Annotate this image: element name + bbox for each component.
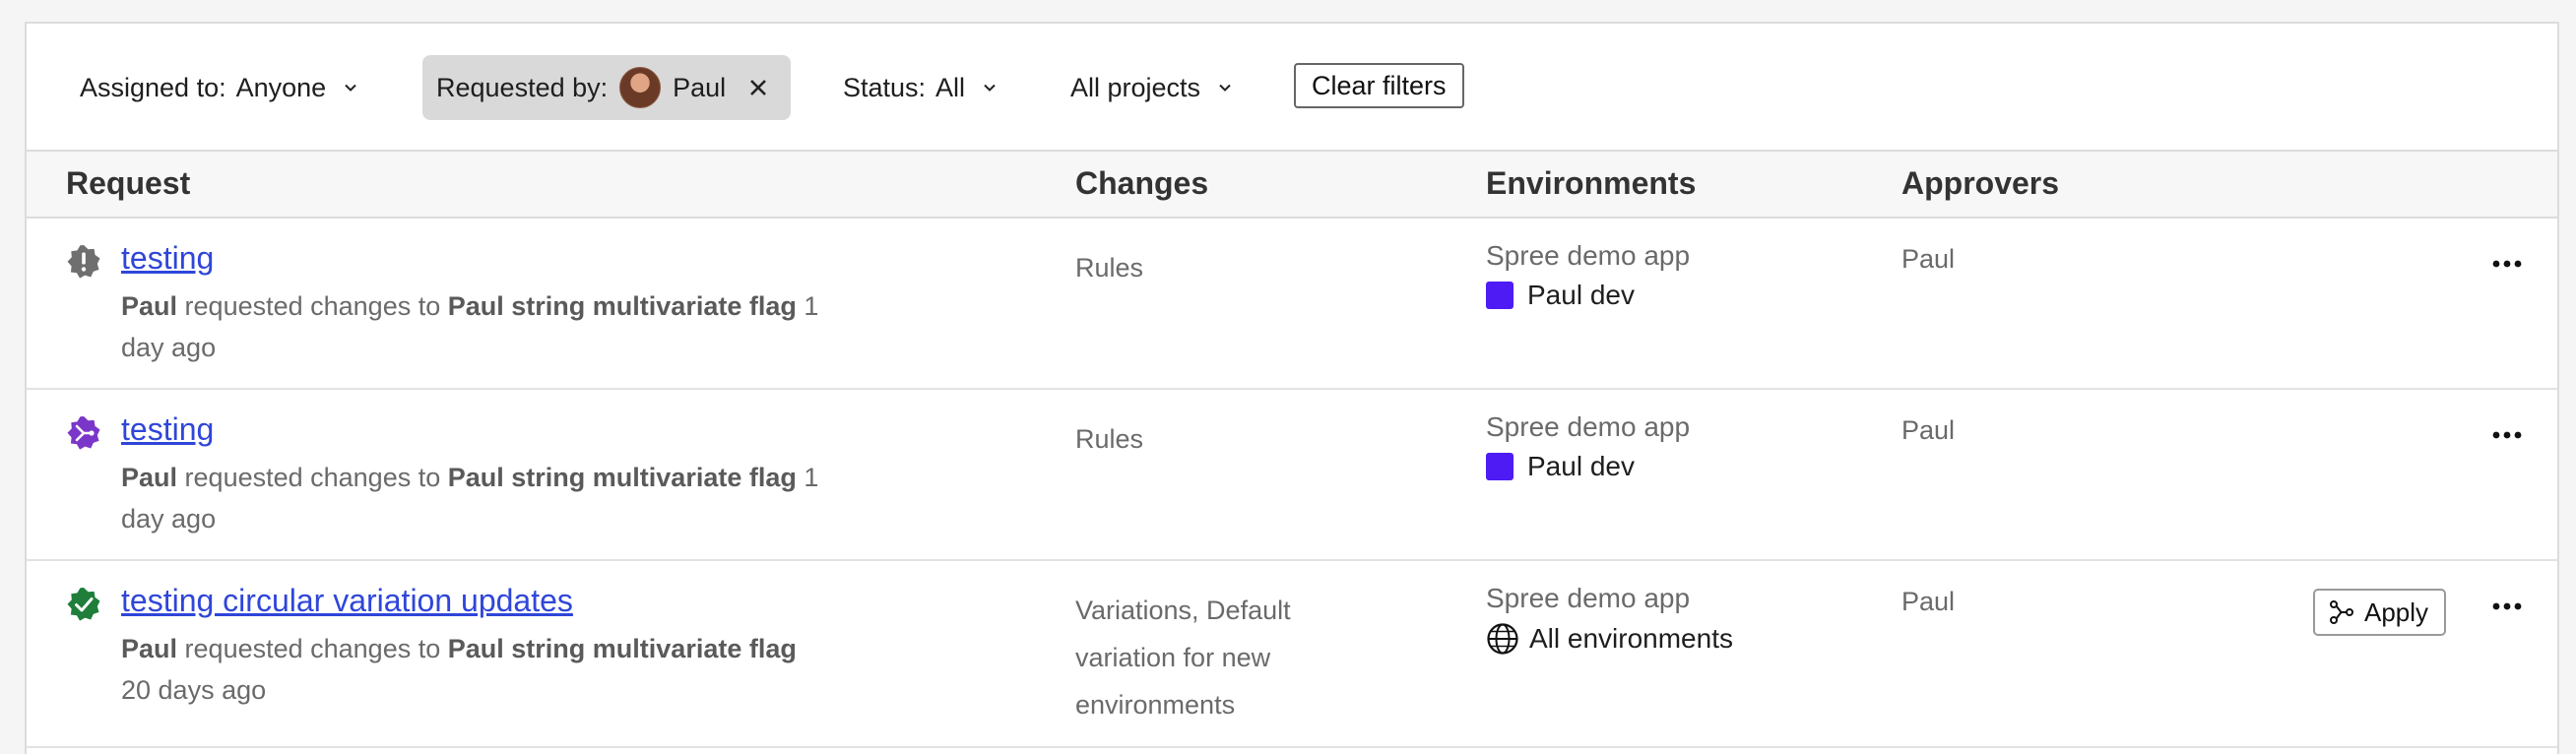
filter-bar: Assigned to: Anyone Requested by: Paul S… xyxy=(27,24,2557,152)
environment-item: All environments xyxy=(1486,622,1733,656)
changes-cell: Rules xyxy=(1075,253,1144,283)
table-header: Request Changes Environments Approvers xyxy=(27,150,2557,219)
requester-name: Paul xyxy=(121,463,178,492)
approver-name: Paul xyxy=(1901,244,1956,274)
chevron-down-icon xyxy=(345,84,356,92)
projects-value: All projects xyxy=(1070,72,1201,102)
projects-filter[interactable]: All projects xyxy=(1070,55,1232,120)
globe-icon xyxy=(1487,623,1518,655)
more-options-icon[interactable] xyxy=(2490,425,2524,445)
requested-by-value: Paul xyxy=(673,72,727,102)
header-changes: Changes xyxy=(1075,165,1209,201)
chevron-down-icon xyxy=(984,84,996,92)
table-row: testing circular variation updates Paul … xyxy=(27,561,2557,748)
header-request: Request xyxy=(66,165,191,201)
approvals-panel: Assigned to: Anyone Requested by: Paul S… xyxy=(25,22,2559,754)
environment-name: Paul dev xyxy=(1527,280,1635,310)
flag-name: Paul string multivariate flag xyxy=(447,634,797,663)
more-options-icon[interactable] xyxy=(2490,254,2524,274)
environment-name: All environments xyxy=(1529,623,1733,654)
requested-by-label: Requested by: xyxy=(436,72,609,102)
request-action-text: requested changes to xyxy=(184,634,441,663)
header-approvers: Approvers xyxy=(1901,165,2060,201)
flag-name: Paul string multivariate flag xyxy=(447,291,797,321)
environment-name: Paul dev xyxy=(1527,451,1635,481)
status-value: All xyxy=(935,72,966,102)
header-environments: Environments xyxy=(1486,165,1697,201)
clear-filters-button[interactable]: Clear filters xyxy=(1294,63,1464,108)
request-title-link[interactable]: testing xyxy=(121,411,214,448)
assigned-to-filter[interactable]: Assigned to: Anyone xyxy=(80,55,357,120)
request-description: Paul requested changes to Paul string mu… xyxy=(121,628,830,711)
environment-item: Paul dev xyxy=(1486,451,1635,482)
request-description: Paul requested changes to Paul string mu… xyxy=(121,457,830,539)
approved-check-icon xyxy=(67,588,100,621)
avatar xyxy=(619,67,662,108)
assigned-to-value: Anyone xyxy=(235,72,327,102)
status-label: Status: xyxy=(843,72,927,102)
request-title-link[interactable]: testing circular variation updates xyxy=(121,583,573,619)
close-icon[interactable] xyxy=(747,77,769,98)
table-row: testing Paul requested changes to Paul s… xyxy=(27,219,2557,390)
environment-project: Spree demo app xyxy=(1486,411,1691,442)
apply-button[interactable]: Apply xyxy=(2313,589,2447,636)
approver-name: Paul xyxy=(1901,587,1956,616)
assigned-to-label: Assigned to: xyxy=(80,72,226,102)
environment-project: Spree demo app xyxy=(1486,240,1691,271)
requester-name: Paul xyxy=(121,291,178,321)
changes-cell: Rules xyxy=(1075,424,1144,454)
environment-item: Paul dev xyxy=(1486,280,1635,311)
table-row: testing Paul requested changes to Paul s… xyxy=(27,390,2557,561)
flag-name: Paul string multivariate flag xyxy=(447,463,797,492)
requester-name: Paul xyxy=(121,634,178,663)
merge-pending-icon xyxy=(67,416,100,450)
request-description: Paul requested changes to Paul string mu… xyxy=(121,285,830,368)
request-time: 20 days ago xyxy=(121,675,267,705)
apply-button-label: Apply xyxy=(2364,597,2429,627)
environment-color-swatch xyxy=(1486,282,1513,309)
status-filter[interactable]: Status: All xyxy=(843,55,997,120)
chevron-down-icon xyxy=(1219,84,1231,92)
changes-cell: Variations, Default variation for new en… xyxy=(1075,596,1291,720)
environment-project: Spree demo app xyxy=(1486,583,1691,613)
request-action-text: requested changes to xyxy=(184,291,441,321)
approver-name: Paul xyxy=(1901,415,1956,445)
more-options-icon[interactable] xyxy=(2490,597,2524,616)
request-action-text: requested changes to xyxy=(184,463,441,492)
merge-icon xyxy=(2330,600,2353,624)
pending-review-icon xyxy=(67,245,100,279)
request-title-link[interactable]: testing xyxy=(121,240,214,277)
environment-color-swatch xyxy=(1486,453,1513,480)
requested-by-filter[interactable]: Requested by: Paul xyxy=(422,55,792,120)
